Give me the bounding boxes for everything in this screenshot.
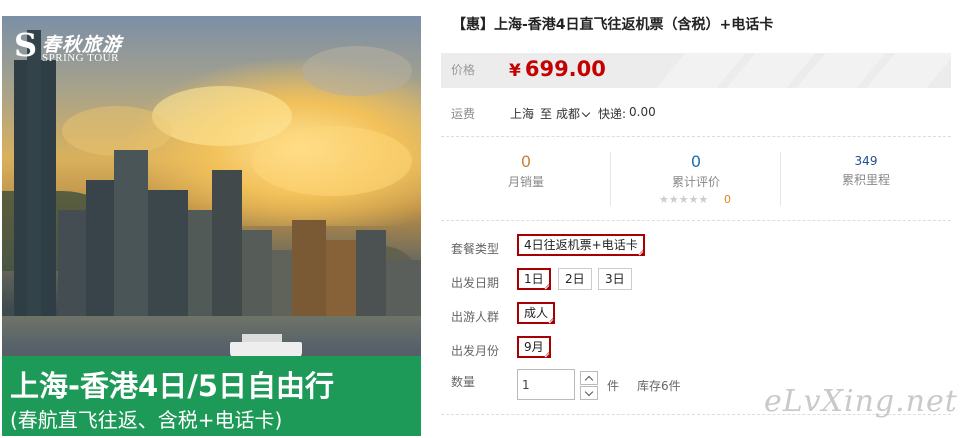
- chevron-up-icon: [584, 375, 594, 385]
- stock-count: 库存6件: [637, 379, 681, 393]
- rating-count: 0: [724, 193, 731, 206]
- building: [242, 230, 272, 320]
- option-date-1[interactable]: 1日: [517, 268, 551, 290]
- building: [148, 190, 188, 320]
- building: [58, 210, 88, 320]
- promo-banner: 上海-香港4日/5日自由行 (春航直飞往返、含税+电话卡): [2, 356, 421, 436]
- building: [188, 210, 212, 320]
- divider: [441, 220, 951, 221]
- option-package-4day[interactable]: 4日往返机票+电话卡: [517, 234, 645, 256]
- logo-english: SPRING TOUR: [42, 52, 119, 64]
- building: [86, 180, 116, 320]
- travelers-label: 出游人群: [451, 310, 500, 324]
- skyscraper: [27, 30, 41, 320]
- site-watermark: eLvXing.net: [764, 384, 958, 419]
- stats-bar: 0 月销量 0 累计评价 ★★★★★ 0 349 累积里程: [441, 148, 951, 210]
- building: [356, 230, 386, 320]
- monthly-sales-stat: 0 月销量: [441, 148, 611, 210]
- option-travelers-adult[interactable]: 成人: [517, 302, 556, 324]
- shipping-row: 运费 上海 至 成都 快递: 0.00: [441, 103, 951, 125]
- option-date-3[interactable]: 3日: [598, 268, 632, 290]
- divider: [441, 136, 951, 137]
- option-month-9[interactable]: 9月: [517, 336, 551, 358]
- price-value: ¥699.00: [509, 57, 606, 81]
- reviews-value[interactable]: 0: [611, 152, 781, 171]
- building: [386, 260, 421, 320]
- quantity-increase-button[interactable]: [580, 371, 598, 385]
- shipping-to-word: 至: [540, 107, 553, 121]
- price-label: 价格: [451, 63, 476, 77]
- departure-date-label: 出发日期: [451, 276, 500, 290]
- monthly-sales-label: 月销量: [507, 175, 544, 189]
- chevron-down-icon: [584, 387, 594, 397]
- brand-logo: S 春秋旅游 SPRING TOUR: [14, 28, 144, 66]
- cloud: [252, 126, 412, 196]
- price-amount: 699.00: [524, 57, 606, 81]
- reviews-label[interactable]: 累计评价: [611, 173, 781, 190]
- quantity-decrease-button[interactable]: [580, 386, 598, 400]
- rating-stars-icon: ★★★★★: [659, 193, 709, 206]
- cloud: [302, 46, 412, 96]
- points-value: 349: [854, 154, 878, 168]
- option-date-2[interactable]: 2日: [558, 268, 592, 290]
- quantity-input[interactable]: [517, 369, 575, 400]
- product-image[interactable]: S 春秋旅游 SPRING TOUR 上海-香港4日/5日自由行 (春航直飞往返…: [2, 16, 421, 436]
- banner-title: 上海-香港4日/5日自由行: [10, 369, 334, 403]
- points-label: 累积里程: [841, 173, 890, 187]
- points-stat: 349 累积里程: [781, 148, 951, 210]
- currency-symbol: ¥: [509, 61, 521, 81]
- destination-city: 成都: [556, 107, 581, 121]
- building: [292, 220, 326, 320]
- shipping-fee: 0.00: [629, 105, 656, 119]
- destination-selector[interactable]: 成都: [556, 105, 591, 122]
- chevron-down-icon: [581, 108, 591, 118]
- monthly-sales-value: 0: [520, 152, 532, 171]
- departure-month-label: 出发月份: [451, 344, 500, 358]
- quantity-unit: 件: [607, 379, 620, 393]
- building: [272, 250, 292, 320]
- banner-subtitle: (春航直飞往返、含税+电话卡): [10, 408, 283, 432]
- cloud: [62, 106, 172, 156]
- shipping-fee-label: 快递:: [598, 107, 627, 121]
- shipping-origin: 上海: [510, 107, 535, 121]
- shipping-label: 运费: [451, 107, 476, 121]
- quantity-label: 数量: [451, 375, 476, 389]
- building: [326, 240, 356, 320]
- package-type-label: 套餐类型: [451, 242, 500, 256]
- building: [212, 170, 242, 320]
- spring-tour-logo-icon: S: [14, 26, 38, 64]
- price-row: 价格 ¥699.00: [441, 53, 951, 88]
- product-title: 【惠】上海-香港4日直飞往返机票（含税）+电话卡: [452, 17, 774, 33]
- skyscraper: [114, 150, 148, 320]
